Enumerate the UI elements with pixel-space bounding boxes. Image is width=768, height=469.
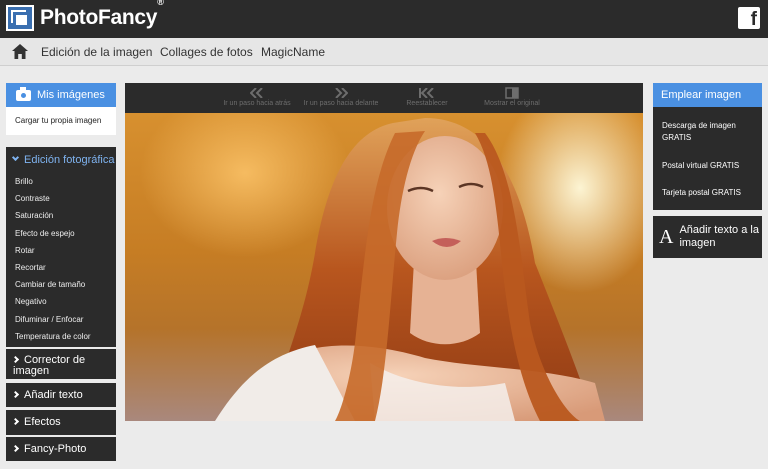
camera-icon <box>16 86 31 101</box>
menu-item-saturation[interactable]: Saturación <box>6 207 116 224</box>
free-virtual-postcard-link[interactable]: Postal virtual GRATIS <box>653 160 762 187</box>
portrait-photo <box>215 118 605 421</box>
my-images-panel: Mis imágenes Cargar tu propia imagen <box>6 83 116 135</box>
free-postcard-link[interactable]: Tarjeta postal GRATIS <box>653 187 762 207</box>
logo[interactable]: PhotoFancy® <box>6 0 164 31</box>
chevron-right-icon <box>11 444 20 453</box>
photofancy-logo-icon <box>6 5 34 31</box>
nav-item-image-editing[interactable]: Edición de la imagen <box>41 45 152 59</box>
menu-item-resize[interactable]: Cambiar de tamaño <box>6 276 116 293</box>
menu-item-negative[interactable]: Negativo <box>6 293 116 310</box>
add-text-to-image-button[interactable]: A Añadir texto a la imagen <box>653 216 762 258</box>
menu-item-blur-sharpen[interactable]: Difuminar / Enfocar <box>6 311 116 328</box>
facebook-icon[interactable]: f <box>738 7 760 29</box>
menu-item-color-temperature[interactable]: Temperatura de color <box>6 328 116 345</box>
nav-item-photo-collages[interactable]: Collages de fotos <box>160 45 253 59</box>
compare-icon <box>475 86 549 100</box>
show-original-button[interactable]: Mostrar el original <box>475 86 549 107</box>
double-chevron-right-icon <box>298 86 384 100</box>
free-download-link[interactable]: Descarga de imagen GRATIS <box>653 120 762 160</box>
redo-label: Ir un paso hacia delante <box>303 100 379 107</box>
my-images-button[interactable]: Mis imágenes <box>6 83 116 107</box>
editor-toolbar: Ir un paso hacia atrás Ir un paso hacia … <box>125 83 643 113</box>
section-label: Corrector de imagen <box>13 354 86 377</box>
undo-button[interactable]: Ir un paso hacia atrás <box>217 86 297 107</box>
section-fancy-photo[interactable]: Fancy-Photo <box>6 437 116 461</box>
upload-own-image-link[interactable]: Cargar tu propia imagen <box>6 107 116 135</box>
home-icon[interactable] <box>12 44 28 59</box>
photo-editing-panel: Edición fotográfica Brillo Contraste Sat… <box>6 147 116 347</box>
menu-item-crop[interactable]: Recortar <box>6 259 116 276</box>
text-a-icon: A <box>659 225 674 248</box>
undo-label: Ir un paso hacia atrás <box>223 100 291 107</box>
menu-item-contrast[interactable]: Contraste <box>6 190 116 207</box>
redo-button[interactable]: Ir un paso hacia delante <box>298 86 384 107</box>
double-chevron-left-icon <box>217 86 297 100</box>
reset-button[interactable]: Reestablecer <box>393 86 461 107</box>
section-photo-effects[interactable]: Efectos fotográficos <box>6 410 116 453</box>
logo-text: PhotoFancy® <box>40 0 164 29</box>
section-image-corrector[interactable]: Corrector de imagen <box>6 349 116 379</box>
top-bar: PhotoFancy® f <box>0 0 768 38</box>
my-images-label: Mis imágenes <box>37 89 105 101</box>
nav-bar: Edición de la imagen Collages de fotos M… <box>0 38 768 66</box>
photo-editing-menu: Brillo Contraste Saturación Efecto de es… <box>6 173 116 345</box>
show-original-label: Mostrar el original <box>484 100 540 107</box>
menu-item-rotate[interactable]: Rotar <box>6 242 116 259</box>
skip-to-start-icon <box>393 86 461 100</box>
menu-item-mirror-effect[interactable]: Efecto de espejo <box>6 225 116 242</box>
chevron-right-icon <box>11 390 20 399</box>
use-image-panel: Emplear imagen Descarga de imagen GRATIS… <box>653 83 762 210</box>
photo-canvas[interactable] <box>125 113 643 421</box>
photo-editing-header[interactable]: Edición fotográfica <box>6 147 116 173</box>
nav-item-magicname[interactable]: MagicName <box>261 45 325 59</box>
section-add-text[interactable]: Añadir texto <box>6 383 116 407</box>
section-label: Fancy-Photo <box>24 443 87 455</box>
add-text-to-image-label: Añadir texto a la imagen <box>679 224 759 249</box>
reset-label: Reestablecer <box>406 100 448 107</box>
chevron-down-icon <box>11 153 20 162</box>
photo-editing-label: Edición fotográfica <box>24 154 115 166</box>
section-label: Añadir texto <box>24 389 83 401</box>
menu-item-brightness[interactable]: Brillo <box>6 173 116 190</box>
chevron-right-icon <box>11 417 20 426</box>
chevron-right-icon <box>11 355 20 364</box>
use-image-header: Emplear imagen <box>653 83 762 107</box>
use-image-options: Descarga de imagen GRATIS Postal virtual… <box>653 107 762 207</box>
